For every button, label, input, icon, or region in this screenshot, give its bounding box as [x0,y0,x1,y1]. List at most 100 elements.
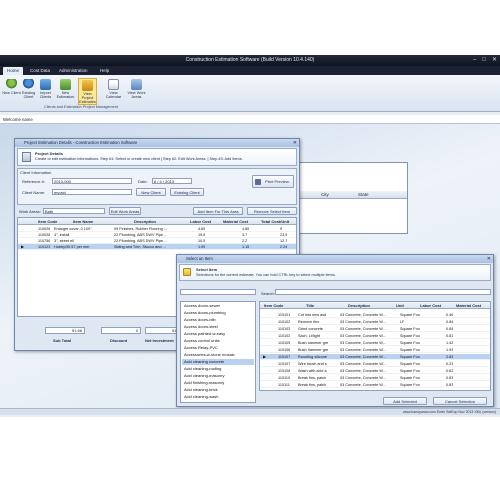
table-row[interactable]: 110102 Remove fins 03 Concrete, Concrete… [260,319,490,325]
cell-labor: 1.09 [198,245,206,249]
table-row[interactable]: 110103 Grind concrete 03 Concrete, Concr… [260,326,490,332]
cell-title: Bush hammer gre [298,348,329,352]
column-item-code[interactable]: Item Code [264,302,283,309]
table-row[interactable]: ▶ 110123 Hobby/30.57 per mm Siding and T… [18,244,296,250]
menu-tabs: Home Cost Data Administration Help [0,66,500,75]
date-field[interactable]: 8 / 4 / 2013 [152,178,192,184]
column-item-name[interactable]: Item Name [73,218,93,225]
cell-description: 03 Concrete, Concrete W... [340,362,386,366]
cell-title: Break fins, patch [298,383,327,387]
view-work-areas-button[interactable]: View Work Areas [127,78,146,105]
cell-code: 110110 [278,376,291,380]
cell-description: 03 Concrete, Concrete W... [340,383,386,387]
close-icon[interactable]: ✕ [487,255,491,263]
column-title[interactable]: Title [306,302,314,309]
cell-unit: Square Foo [400,362,420,366]
column-material-cost[interactable]: Material Cost [223,218,248,225]
column-material-cost[interactable]: Material Cost [456,302,481,309]
close-icon[interactable]: ✕ [293,139,297,147]
import-clients-button[interactable]: Import Clients [36,78,55,105]
list-item[interactable]: Access doors-bilb [182,317,254,323]
column-total-cost[interactable]: Total Cost/Unit [261,218,289,225]
list-item[interactable]: Acid cleaning-roofing [182,366,254,372]
minimize-icon[interactable]: – [473,57,476,64]
add-selected-button[interactable]: Add Selected [383,397,427,405]
cancel-selection-button[interactable]: Cancel Selection [433,397,487,405]
column-labor-cost[interactable]: Labor Cost [190,218,211,225]
list-item[interactable]: Acid cleaning concrete [182,359,254,365]
maximize-icon[interactable]: □ [482,57,486,64]
table-row[interactable]: 110101 Cut into new asd 03 Concrete, Con… [260,312,490,318]
column-city[interactable]: City [321,191,329,199]
list-item[interactable]: Access doors-plumbing [182,310,254,316]
table-row[interactable]: 110105 Bush hammer gre 03 Concrete, Conc… [260,340,490,346]
column-description[interactable]: Description [134,218,156,225]
list-item[interactable]: Accessories-w-stone mosaic [182,352,254,358]
table-row[interactable]: 110102 Sach, Lt/light 03 Concrete, Concr… [260,333,490,339]
column-description[interactable]: Description [348,302,370,309]
add-item-button[interactable]: Add Item For This Area [193,207,243,215]
close-icon[interactable]: ✕ [492,57,497,64]
print-preview-button[interactable]: Print Preview [252,175,294,188]
column-unit[interactable]: Unit [396,302,404,309]
project-details-description: Create or edit estimation informations. … [35,157,243,161]
sub-total-label: Sub Total [53,338,71,343]
table-row[interactable]: 110108 Wash with acid a 03 Concrete, Con… [260,368,490,374]
table-row[interactable]: ▶ 110107 Rooofing silicone 03 Concrete, … [260,354,490,360]
cell-code: 110123 [38,245,51,249]
project-details-title: Project Details [35,151,63,156]
column-item-code[interactable]: Item Code [38,218,57,225]
net-investment-label: Net Investment [145,338,174,343]
new-client-label: New Client [2,91,21,95]
remove-item-button[interactable]: Remove Select Item [247,207,297,215]
column-state[interactable]: State [358,191,369,199]
client-information-caption: Client Information [20,170,52,175]
cell-labor: 0.46 [446,313,454,317]
list-item[interactable]: Access Relay-PVC [182,345,254,351]
work-areas-select[interactable]: Bath [43,208,105,214]
table-row[interactable]: 110110 Break fins, patch 03 Concrete, Co… [260,375,490,381]
category-list: Access doors-sewer Access doors-plumbing… [180,301,256,403]
list-item[interactable]: Access doors-steel [182,324,254,330]
title-bar: Construction Estimation Software (Build … [0,55,500,66]
category-filter-field[interactable] [180,289,256,295]
view-project-estimates-button[interactable]: View Project Estimates [78,78,97,105]
printer-icon [255,179,261,185]
reference-field[interactable]: 2013-000 [52,178,132,184]
discount-label: Discount [110,338,128,343]
column-labor-cost[interactable]: Labor Cost [420,302,441,309]
tab-help[interactable]: Help [96,67,113,75]
list-item[interactable]: Access doors-sewer [182,303,254,309]
table-row[interactable]: 110107 Wire brush and s 03 Concrete, Con… [260,361,490,367]
search-input[interactable] [275,289,491,295]
new-estimation-button[interactable]: New Estimation [56,78,75,105]
list-item[interactable]: Acid cleaning-wash [182,394,254,400]
tab-cost-data[interactable]: Cost Data [26,67,54,75]
work-areas-label: Work Areas: [19,209,41,214]
list-item[interactable]: Acid finishing-masonry [182,380,254,386]
cell-code: 110101 [278,313,291,317]
table-row[interactable]: 110111 Break fins, patch 03 Concrete, Co… [260,382,490,388]
table-row[interactable]: 110106 Bush hammer gre 03 Concrete, Conc… [260,347,490,353]
document-icon [22,152,31,162]
view-calendar-button[interactable]: View Calendar [104,78,123,105]
cell-description: 03 Concrete, Concrete W... [340,320,386,324]
list-item[interactable]: Access control units [182,338,254,344]
new-client-inline-button[interactable]: New Client [136,188,166,196]
discount-field[interactable]: 0 [101,327,141,334]
cell-unit: Square Foo [400,348,420,352]
edit-work-areas-button[interactable]: Edit Work Areas [109,207,141,215]
tab-home[interactable]: Home [3,67,24,75]
list-item[interactable]: Access painted-w-easy [182,331,254,337]
list-item[interactable]: Acid cleaning-brick [182,387,254,393]
existing-client-inline-button[interactable]: Existing Client [170,188,204,196]
select-item-window: Select an Item ✕ Select Item Selections … [176,254,494,407]
cell-description: 03 Concrete, Concrete W... [340,369,386,373]
tab-administration[interactable]: Administration [55,67,92,75]
existing-client-label: Existing Client [21,91,36,99]
search-label: Search: [261,291,275,296]
list-item[interactable]: Acid cleaning-masonry [182,373,254,379]
cell-name: Hobby/30.57 per mm [54,245,90,249]
cell-title: Bush hammer gre [298,341,329,345]
client-name-field[interactable]: myotpl [52,189,132,195]
